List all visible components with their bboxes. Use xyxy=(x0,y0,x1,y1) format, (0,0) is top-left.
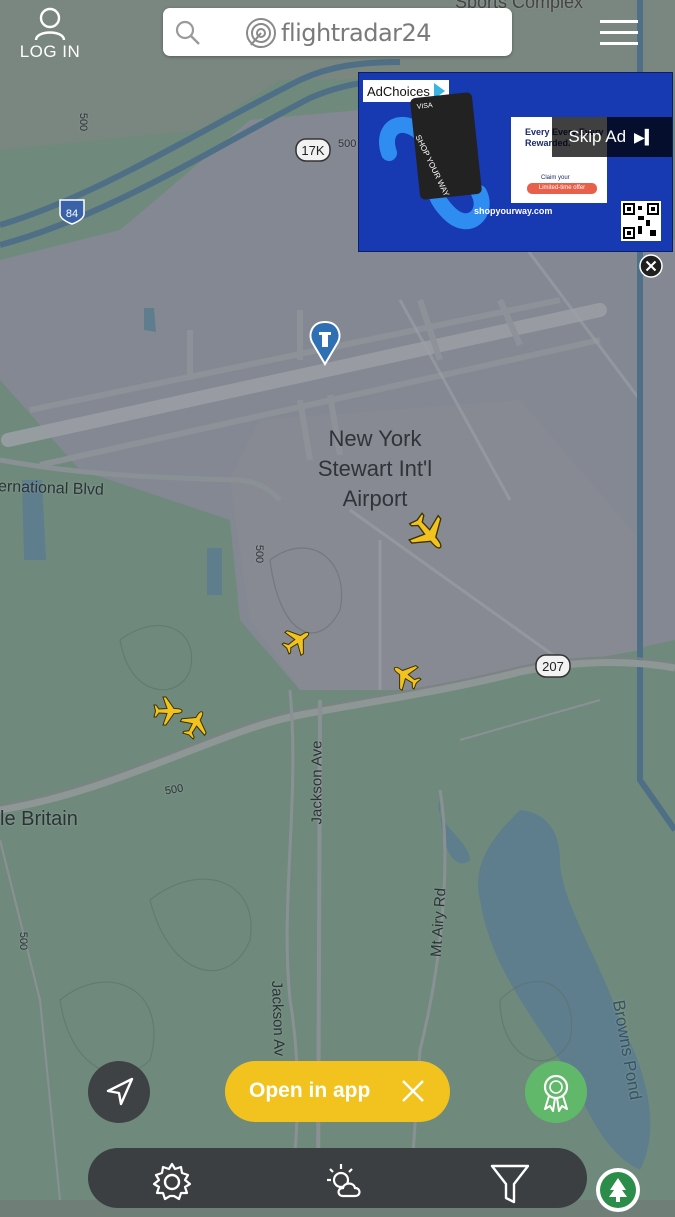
ad-card-brand: VISA xyxy=(416,102,434,111)
airport-name-line: Airport xyxy=(342,486,408,511)
radar-logo-icon xyxy=(246,18,276,48)
ad-qr-code xyxy=(621,201,661,241)
award-ribbon-icon xyxy=(543,1074,569,1112)
elevation-label: 500 xyxy=(77,112,90,132)
svg-text:84: 84 xyxy=(66,208,78,220)
skip-ad-label: Skip Ad xyxy=(568,127,627,146)
brand-text: flightradar24 xyxy=(281,19,432,47)
ad-url: shopyourway.com xyxy=(474,206,553,216)
weather-icon[interactable] xyxy=(321,1158,369,1206)
menu-button[interactable] xyxy=(596,12,642,52)
navigation-arrow-icon xyxy=(106,1077,134,1106)
airport-name-line: Stewart Int'l xyxy=(317,456,433,481)
brand-logo: flightradar24 xyxy=(245,17,432,49)
top-bar: LOG IN flightradar24 xyxy=(0,0,675,70)
ad-offer-button[interactable]: Limited-time offer xyxy=(527,183,597,194)
ad-close-icon[interactable] xyxy=(639,254,663,278)
login-label: LOG IN xyxy=(19,42,81,61)
svg-text:17K: 17K xyxy=(301,143,324,158)
qr-code-icon xyxy=(623,203,659,239)
open-in-app-button[interactable]: Open in app xyxy=(225,1061,450,1122)
ad-credit-card: VISA SHOP YOUR WAY xyxy=(409,92,483,200)
search-icon xyxy=(175,20,200,45)
street-label-jackson-ave-2: Jackson Av xyxy=(267,980,288,1057)
ad-banner[interactable]: AdChoices VISA SHOP YOUR WAY Every Every… xyxy=(358,72,673,252)
adchoices-label: AdChoices xyxy=(367,83,430,99)
close-icon[interactable] xyxy=(400,1078,426,1104)
login-button[interactable]: LOG IN xyxy=(14,6,86,64)
nature-layer-button[interactable] xyxy=(596,1168,640,1212)
elevation-label: 500 xyxy=(338,138,357,150)
town-label-new-britain: le Britain xyxy=(0,808,78,830)
elevation-label: 500 xyxy=(253,544,266,564)
user-icon xyxy=(34,7,66,41)
svg-text:207: 207 xyxy=(542,659,564,674)
search-box[interactable]: flightradar24 xyxy=(163,8,512,56)
ad-claim: Claim your xyxy=(541,175,570,181)
achievements-button[interactable] xyxy=(525,1061,587,1123)
bottom-toolbar xyxy=(88,1148,587,1208)
open-in-app-label: Open in app xyxy=(249,1079,371,1102)
ad-card-text: SHOP YOUR WAY xyxy=(413,133,452,198)
skip-icon: ▶▍ xyxy=(634,128,656,145)
elevation-label: 500 xyxy=(17,931,30,951)
hamburger-menu-icon xyxy=(600,20,638,45)
tree-icon xyxy=(600,1172,636,1208)
street-label-jackson-ave: Jackson Ave xyxy=(308,740,326,825)
route-shield-17k: 17K xyxy=(295,138,331,162)
airport-name-line: New York xyxy=(328,426,422,451)
route-shield-i84: 84 xyxy=(59,199,85,225)
settings-gear-icon[interactable] xyxy=(148,1158,196,1206)
skip-ad-button[interactable]: Skip Ad ▶▍ xyxy=(552,117,672,157)
airport-name-label: New York Stewart Int'l Airport xyxy=(290,424,460,514)
filter-funnel-icon[interactable] xyxy=(486,1158,534,1206)
route-shield-207: 207 xyxy=(535,654,571,678)
street-label-international-blvd: ernational Blvd xyxy=(0,478,105,499)
locate-me-button[interactable] xyxy=(88,1061,150,1123)
